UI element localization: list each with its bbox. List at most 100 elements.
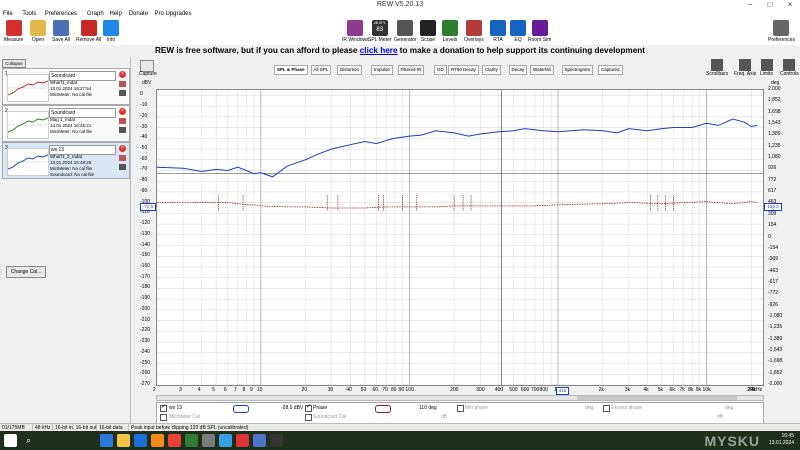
legend-checkbox[interactable] [160,414,167,421]
y-tick-left: 0 [140,91,143,98]
room-sim-button[interactable]: Room Sim [528,20,551,43]
tab-spectrogram[interactable]: Spectrogram [561,65,594,75]
remove-measurement-icon[interactable]: × [119,71,126,78]
measurement-item[interactable]: 3ws 13Wharf1_2_mdat13.01.2024 16:48:26Mi… [2,142,130,179]
measurement-tool-icon[interactable] [119,164,126,170]
toolbar-label: Levels [442,37,458,43]
controls-button[interactable]: Controls [780,59,799,77]
spl-meter-button[interactable]: dB SPL 83 SPL Meter [368,20,391,43]
legend-checkbox[interactable] [160,403,167,412]
wrench-icon [773,20,790,36]
eq-icon [510,20,526,36]
windows-start-icon[interactable] [4,434,17,447]
x-tick: 300 [476,387,485,393]
remove-measurement-icon[interactable]: × [119,108,126,115]
donate-link[interactable]: click here [360,46,398,55]
main-toolbar: Measure Open Save All Remove All Info IR Wind… [0,19,800,46]
open-button[interactable]: Open [30,20,46,43]
measure-button[interactable]: Measure [4,20,23,43]
y-tick-right: 926 [768,165,777,172]
tab-decay[interactable]: Decay [508,65,528,75]
minimize-button[interactable]: – [740,0,760,10]
menu-item-tools[interactable]: Tools [22,10,36,19]
x-tick: 30 [327,387,334,393]
taskbar-app-icon[interactable] [134,434,147,447]
measurement-chart-icon[interactable] [119,81,126,87]
tab-clarity[interactable]: Clarity [482,65,501,75]
taskbar-app-icon[interactable] [185,434,198,447]
freq-axis-button[interactable]: Freq. Axis [734,59,756,77]
y-tick-left: -40 [140,134,148,141]
generator-button[interactable]: Generator [394,20,417,43]
toolbar-label: RTA [493,37,503,43]
info-button[interactable]: Info [103,20,119,43]
taskbar-app-icon[interactable] [151,434,164,447]
taskbar-app-icon[interactable] [253,434,266,447]
taskbar-app-icon[interactable] [117,434,130,447]
menu-item-pro-upgrades[interactable]: Pro Upgrades [155,10,192,19]
tab-distortion[interactable]: Distortion [337,65,363,75]
maximize-button[interactable]: □ [760,0,780,10]
measurement-tool-icon[interactable] [119,90,126,96]
legend-checkbox[interactable] [305,414,312,421]
remove-all-button[interactable]: Remove All [76,20,101,43]
close-window-button[interactable]: × [780,0,800,10]
menu-item-file[interactable]: File [3,10,13,19]
change-cal-button[interactable]: Change Cal... [6,266,46,278]
info-icon [103,20,119,36]
room-sim-icon [531,20,548,36]
legend-swatch[interactable] [375,405,391,413]
tab-rt60-decay[interactable]: RT60 Decay [448,65,479,75]
menu-item-help[interactable]: Help [110,10,122,19]
measurement-item[interactable]: 1SoundcardWharf1_mdat13.01.2024 16:37:54… [2,68,130,105]
y-tick-right: 772 [768,176,777,183]
measurement-chart-icon[interactable] [119,155,126,161]
taskbar-app-icon[interactable] [270,434,283,447]
tab-captured[interactable]: Captured [598,65,623,75]
taskbar-app-icon[interactable] [100,434,113,447]
measurement-chart-icon[interactable] [119,118,126,124]
taskbar-app-icon[interactable] [219,434,232,447]
collapse-button[interactable]: Collapse [2,59,26,68]
menu-item-donate[interactable]: Donate [129,10,148,19]
tab-gd[interactable]: GD [434,65,447,75]
x-tick: 4k [643,387,649,393]
ir-windows-button[interactable]: IR Windows [342,20,369,43]
measurement-item[interactable]: 2SoundcardMag 1_mdat13.01.2024 16:45:21M… [2,105,130,142]
tab-waterfall[interactable]: Waterfall [530,65,554,75]
taskbar-app-icon[interactable] [236,434,249,447]
tab-all-spl[interactable]: All SPL [310,65,332,75]
tab-impulse[interactable]: Impulse [371,65,393,75]
y-tick-right: -617 [768,278,779,285]
save-all-icon [53,20,70,36]
eq-button[interactable]: EQ [510,20,526,43]
preferences-button[interactable]: Preferences [768,20,795,43]
remove-measurement-icon[interactable]: × [119,145,126,152]
taskbar-app-icon[interactable] [202,434,215,447]
horizontal-scrollbar[interactable] [156,395,764,401]
tab-filtered-ir[interactable]: Filtered IR [397,65,425,75]
search-icon[interactable]: ⌕ [22,434,35,447]
save-all-button[interactable]: Save All [52,20,70,43]
rta-button[interactable]: RTA [490,20,506,43]
tab-spl-phase[interactable]: SPL & Phase [274,65,308,75]
spl-phase-plot[interactable] [156,89,764,386]
legend-checkbox[interactable] [305,403,312,412]
menu-item-graph[interactable]: Graph [87,10,104,19]
legend-value: deg [725,405,734,411]
scope-button[interactable]: Scope [420,20,436,43]
limits-button[interactable]: Limits [760,59,773,77]
legend-checkbox[interactable] [457,405,464,412]
side-button-label: Freq. Axis [734,71,757,77]
y-tick-left: -250 [140,359,151,366]
legend-checkbox[interactable] [603,405,610,412]
scrollbars-button[interactable]: Scrollbars [706,59,728,77]
legend-swatch[interactable] [233,405,249,413]
y-tick-right: 1,389 [768,131,781,138]
measurement-tool-icon[interactable] [119,127,126,133]
taskbar-app-icon[interactable] [168,434,181,447]
y-tick-right: -1,852 [768,369,783,376]
menu-item-preferences[interactable]: Preferences [45,10,77,19]
overlays-button[interactable]: Overlays [464,20,484,43]
levels-button[interactable]: Levels [442,20,458,43]
